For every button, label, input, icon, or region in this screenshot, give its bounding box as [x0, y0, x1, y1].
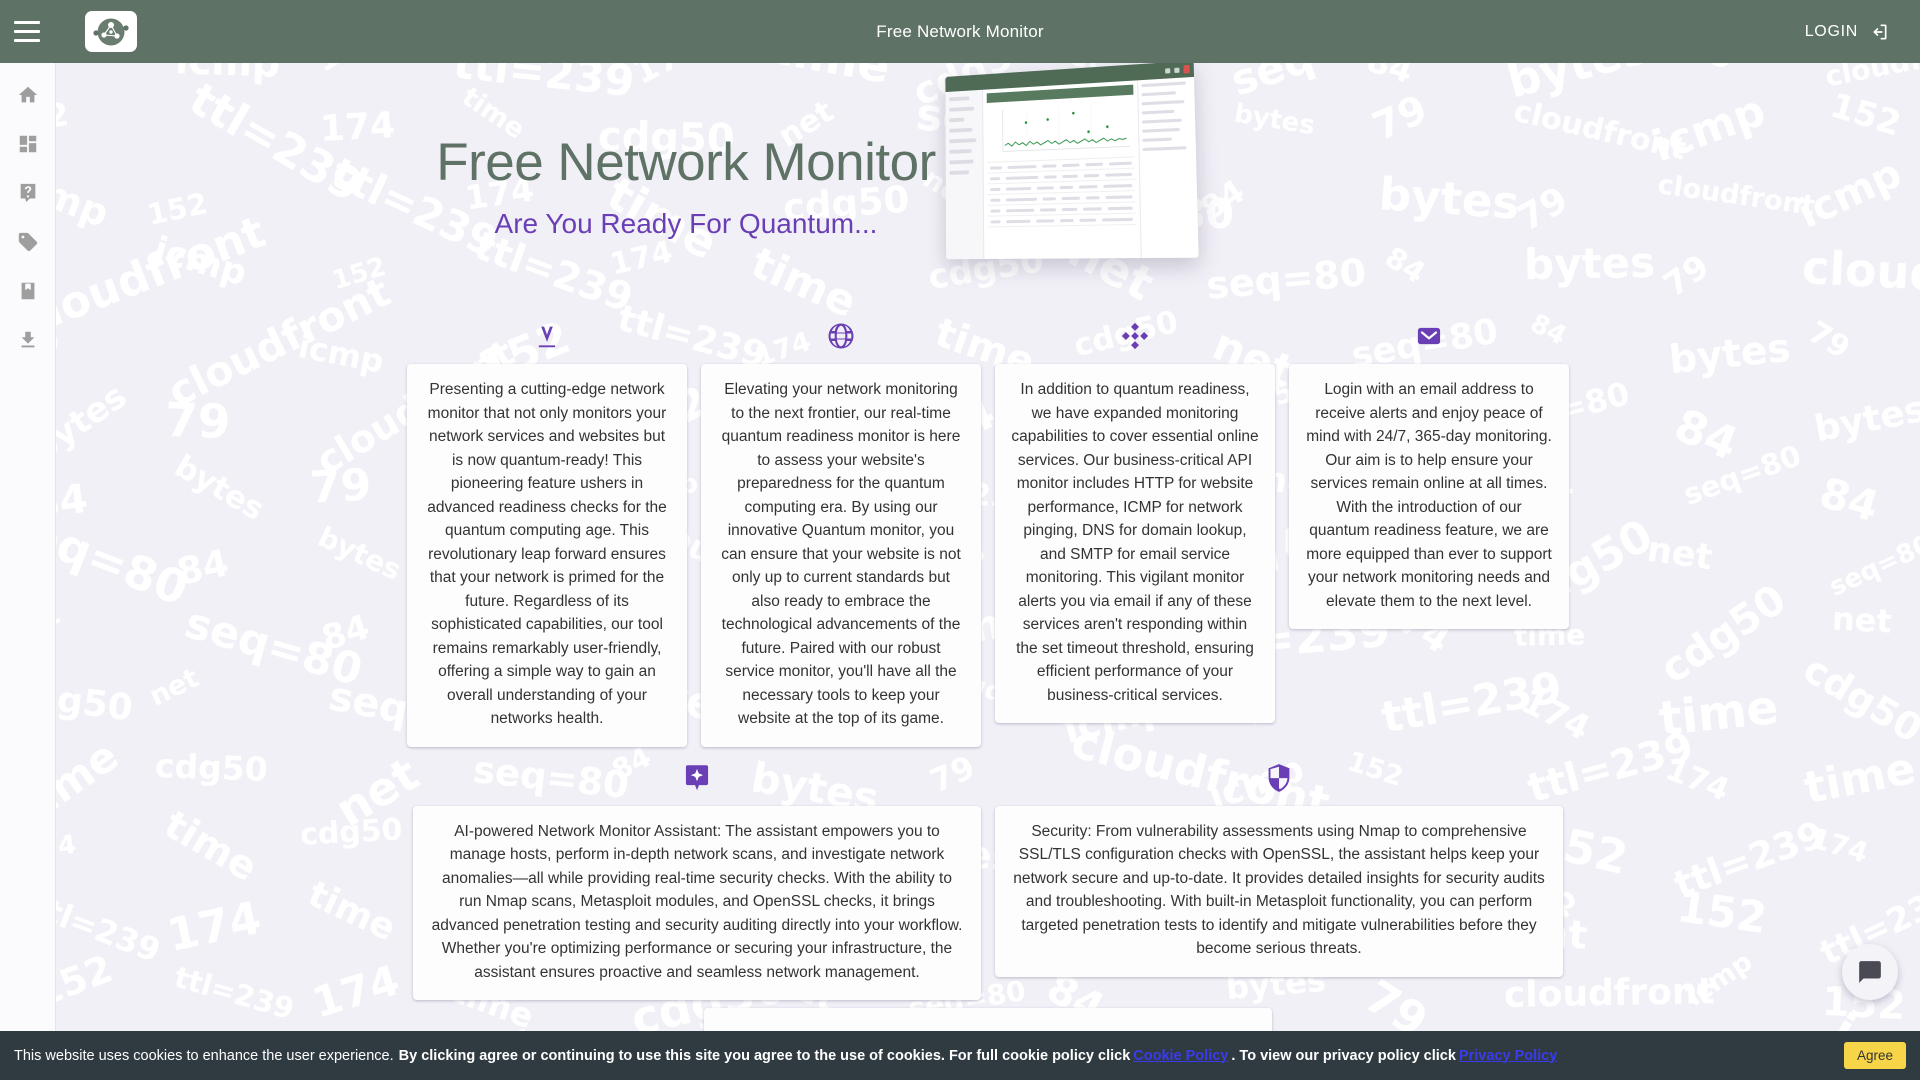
feature-item-ai-assistant: AI-powered Network Monitor Assistant: Th… [413, 755, 981, 1000]
page-subtitle: Are You Ready For Quantum... [494, 207, 878, 239]
shield-glyph [1268, 763, 1290, 792]
bookmark-book-icon [21, 282, 34, 300]
cookie-policy-link[interactable]: Cookie Policy [1133, 1048, 1228, 1064]
envelope-glyph [1417, 327, 1441, 345]
app-header: Free Network Monitor LOGIN [0, 0, 1920, 63]
chart-svg [987, 95, 1135, 162]
ai-sparkle-assistant-icon [683, 755, 711, 801]
hero-text-block: Free Network Monitor Are You Ready For Q… [336, 133, 1036, 240]
screenshot-main-panel [983, 80, 1141, 259]
sidebar-item-pricing[interactable] [4, 218, 52, 266]
page-title: Free Network Monitor [436, 133, 936, 192]
globe-icon [826, 313, 856, 359]
feature-card: In addition to quantum readiness, we hav… [995, 364, 1275, 723]
sidebar-item-download[interactable] [4, 316, 52, 364]
home-icon [18, 86, 37, 103]
chat-bubble-icon [1859, 961, 1881, 983]
cookie-consent-banner: This website uses cookies to enhance the… [0, 1031, 1920, 1080]
screenshot-line-chart [986, 94, 1135, 163]
globe-glyph [828, 323, 854, 349]
sidebar-item-dashboard[interactable] [4, 120, 52, 168]
feature-row-1: Presenting a cutting-edge network monito… [76, 313, 1900, 747]
screenshot-sidebar [945, 89, 985, 260]
feature-card: Login with an email address to receive a… [1289, 364, 1569, 629]
email-envelope-icon [1415, 313, 1443, 359]
cookie-strong-text: By clicking agree or continuing to use t… [398, 1047, 1131, 1064]
dashboard-grid-icon [19, 135, 36, 153]
shield-security-icon [1266, 755, 1292, 801]
feature-item-email-alerts: Login with an email address to receive a… [1289, 313, 1569, 629]
feature-item-quantum-ready: Presenting a cutting-edge network monito… [407, 313, 687, 747]
cookie-lead-text: This website uses cookies to enhance the… [14, 1047, 394, 1064]
features-section: Presenting a cutting-edge network monito… [56, 313, 1920, 1038]
hamburger-menu-icon[interactable] [10, 19, 44, 45]
feature-item-service-monitor: In addition to quantum readiness, we hav… [995, 313, 1275, 723]
app-title: Free Network Monitor [876, 21, 1044, 41]
quantum-arrow-down-icon [533, 313, 561, 359]
sidebar-item-docs[interactable] [4, 267, 52, 315]
screenshot-body [945, 76, 1199, 260]
feature-card: Elevating your network monitoring to the… [701, 364, 981, 747]
chat-fab-button[interactable] [1842, 944, 1898, 1000]
feature-item-security: Security: From vulnerability assessments… [995, 755, 1563, 977]
screenshot-data-table [987, 157, 1137, 228]
main-content: Free Network Monitor Are You Ready For Q… [56, 63, 1920, 1080]
dashboard-screenshot-thumbnail[interactable] [945, 63, 1199, 260]
table-row [987, 213, 1137, 228]
feature-card: AI-powered Network Monitor Assistant: Th… [413, 805, 981, 1000]
question-mark-help-icon [20, 183, 35, 203]
cookie-agree-button[interactable]: Agree [1843, 1042, 1906, 1069]
logo-glyph [93, 18, 129, 45]
login-button-label: LOGIN [1804, 23, 1858, 40]
cookie-middle-text: . To view our privacy policy click [1231, 1047, 1456, 1064]
login-button[interactable]: LOGIN [1792, 13, 1902, 51]
sidebar-rail [0, 63, 56, 1080]
sidebar-item-help[interactable] [4, 169, 52, 217]
sidebar-item-home[interactable] [4, 71, 52, 119]
sparkle-bubble-glyph [685, 764, 709, 790]
feature-row-2: AI-powered Network Monitor Assistant: Th… [76, 755, 1900, 1000]
login-arrow-icon [1873, 24, 1887, 40]
price-tag-icon [18, 232, 37, 252]
privacy-policy-link[interactable]: Privacy Policy [1459, 1048, 1557, 1064]
network-globe-logo-icon[interactable] [85, 11, 137, 52]
arrow-down-bar-glyph [538, 326, 556, 348]
feature-card: Presenting a cutting-edge network monito… [407, 364, 687, 747]
network-hub-diamond-icon [1120, 313, 1150, 359]
hero-section: Free Network Monitor Are You Ready For Q… [56, 63, 1920, 313]
download-arrow-icon [21, 331, 34, 348]
feature-card: Security: From vulnerability assessments… [995, 805, 1563, 977]
feature-item-quantum-monitor: Elevating your network monitoring to the… [701, 313, 981, 747]
hub-diamond-glyph [1121, 322, 1149, 350]
screenshot-stats-panel [1137, 76, 1199, 259]
